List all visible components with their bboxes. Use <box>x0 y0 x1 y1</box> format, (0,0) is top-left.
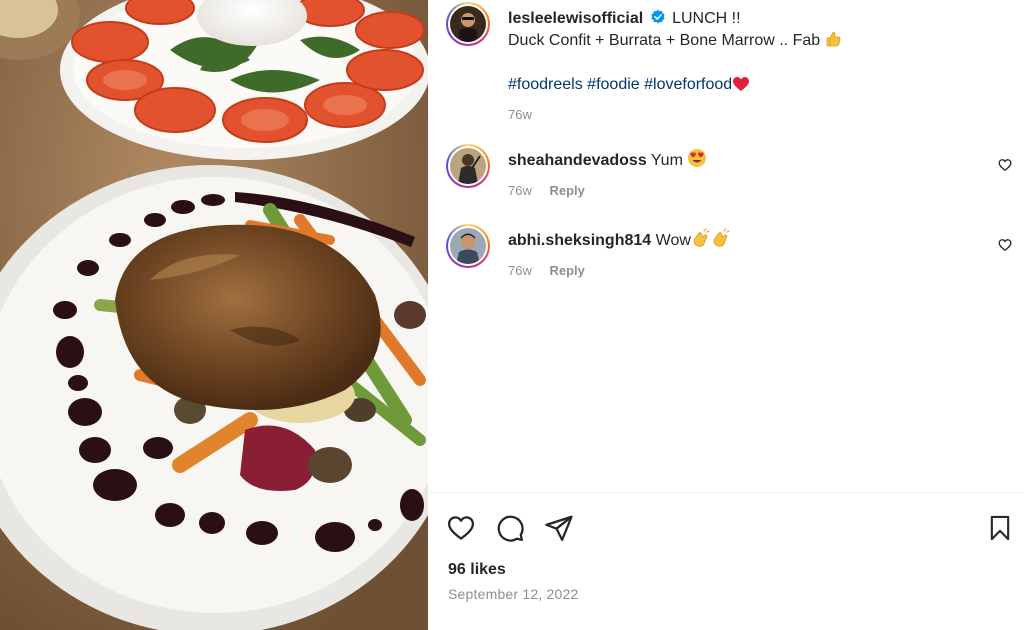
post-caption: lesleelewisofficial LUNCH !! Duck Confit… <box>508 8 988 126</box>
comment-text: Wow <box>655 232 691 249</box>
author-avatar[interactable] <box>446 2 490 46</box>
paper-plane-icon[interactable] <box>544 513 574 543</box>
comment-username[interactable]: sheahandevadoss <box>508 152 647 169</box>
comment-text: Yum <box>650 152 683 169</box>
small-heart-icon[interactable] <box>998 158 1012 172</box>
commenter-avatar-image <box>450 228 486 264</box>
post-timestamp: 76w <box>508 107 532 122</box>
heart-eyes-emoji-icon <box>688 149 707 167</box>
food-photo <box>0 0 428 630</box>
author-avatar-image <box>450 6 486 42</box>
verified-badge-icon <box>651 9 665 24</box>
commenter-avatar[interactable] <box>446 224 490 268</box>
thumbs-up-emoji-icon <box>826 31 841 47</box>
reply-button[interactable]: Reply <box>549 263 584 278</box>
reply-button[interactable]: Reply <box>549 183 584 198</box>
author-username[interactable]: lesleelewisofficial <box>508 10 643 27</box>
caption-line-1: LUNCH !! <box>672 10 741 27</box>
commenter-avatar-image <box>450 148 486 184</box>
caption-line-2: Duck Confit + Burrata + Bone Marrow .. F… <box>508 32 821 49</box>
clapping-hands-emoji-icon <box>693 228 730 247</box>
hashtag-link[interactable]: #foodie <box>587 76 640 93</box>
commenter-avatar[interactable] <box>446 144 490 188</box>
small-heart-icon[interactable] <box>998 238 1012 252</box>
hashtag-link[interactable]: #foodreels <box>508 76 583 93</box>
post-details-panel: lesleelewisofficial LUNCH !! Duck Confit… <box>428 0 1024 630</box>
comment-bubble-icon[interactable] <box>495 513 525 543</box>
likes-count[interactable]: 96 likes <box>448 561 506 579</box>
hashtag-link[interactable]: #loveforfood <box>644 76 732 93</box>
comment-username[interactable]: abhi.sheksingh814 <box>508 232 651 249</box>
post-media[interactable] <box>0 0 428 630</box>
comment-item: sheahandevadoss Yum 76w Reply <box>508 148 988 202</box>
red-heart-emoji-icon <box>733 77 750 91</box>
post-action-bar: 96 likes September 12, 2022 <box>428 492 1024 630</box>
comment-timestamp: 76w <box>508 263 532 278</box>
heart-icon[interactable] <box>446 513 476 543</box>
post-date: September 12, 2022 <box>448 586 579 602</box>
bookmark-icon[interactable] <box>986 513 1014 543</box>
caption-hashtags: #foodreels #foodie #loveforfood <box>508 74 988 96</box>
comment-timestamp: 76w <box>508 183 532 198</box>
comment-item: abhi.sheksingh814 Wow 76w Reply <box>508 228 988 282</box>
